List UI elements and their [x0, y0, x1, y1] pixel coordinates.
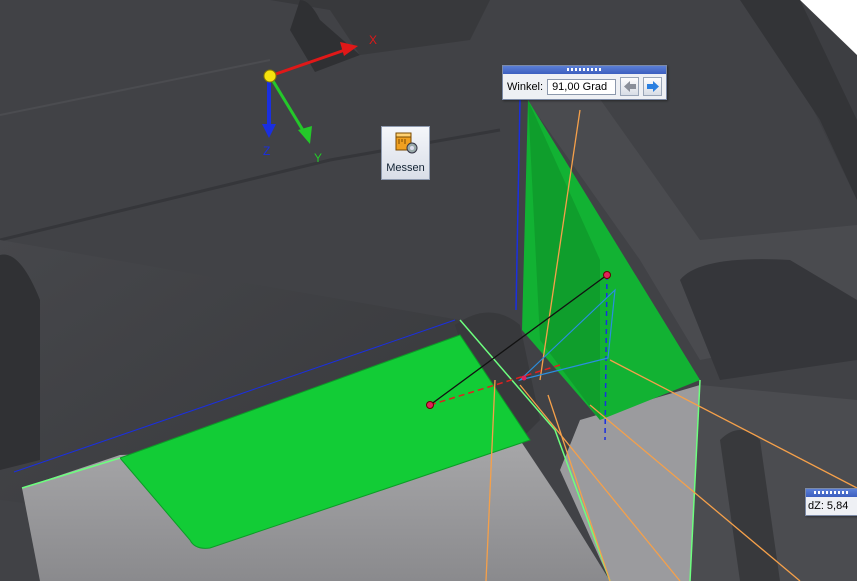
y-axis-label: Y	[314, 151, 322, 165]
dz-label: dZ:	[808, 500, 824, 512]
panel-drag-handle[interactable]	[806, 489, 857, 497]
next-arrow-icon[interactable]	[643, 77, 663, 96]
x-axis-label: X	[369, 33, 377, 47]
measure-point-a[interactable]	[426, 401, 434, 409]
triad-origin[interactable]	[263, 69, 277, 83]
angle-value-field[interactable]: 91,00 Grad	[547, 78, 617, 95]
measure-button-label: Messen	[386, 162, 425, 174]
panel-drag-handle[interactable]	[503, 66, 666, 74]
z-axis-label: Z	[263, 144, 270, 158]
dz-readout-panel: dZ: 5,84	[805, 488, 857, 516]
angle-label: Winkel:	[507, 80, 544, 93]
ruler-measure-icon	[395, 132, 417, 154]
pocket-left-shadow	[0, 254, 40, 470]
previous-arrow-icon[interactable]	[620, 77, 640, 96]
cad-viewport[interactable]: X Y Z	[0, 0, 857, 581]
dz-value-field[interactable]: 5,84	[827, 500, 848, 512]
measure-button[interactable]: Messen	[381, 126, 430, 180]
measure-point-c[interactable]	[521, 375, 527, 381]
angle-readout-panel: Winkel: 91,00 Grad	[502, 65, 667, 100]
measure-point-b[interactable]	[603, 271, 611, 279]
